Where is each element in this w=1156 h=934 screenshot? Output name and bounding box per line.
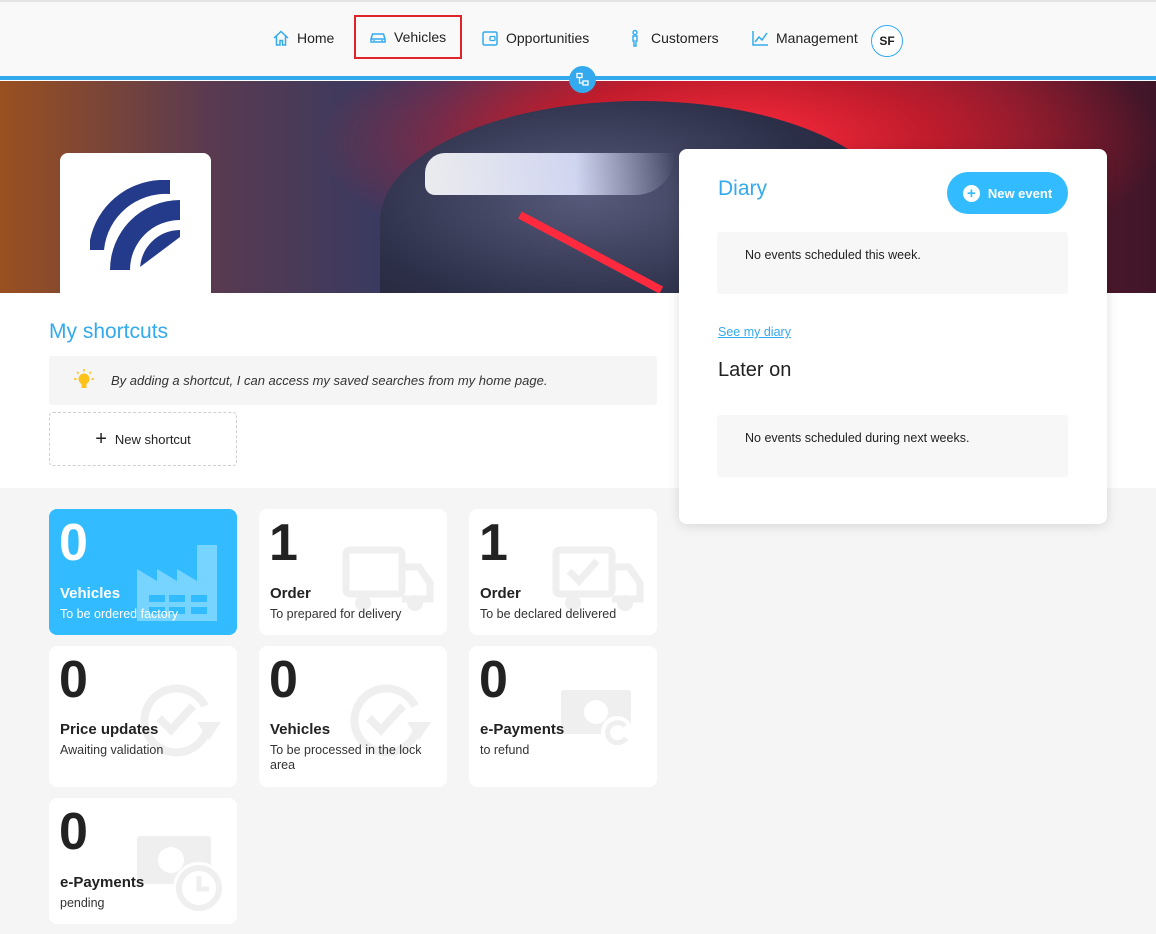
this-week-empty-text: No events scheduled this week.	[745, 248, 921, 262]
tile-title: Vehicles	[270, 721, 331, 738]
tile-count: 0	[59, 651, 88, 709]
nav-item-vehicles[interactable]: Vehicles	[354, 15, 462, 59]
new-event-button[interactable]: + New event	[947, 172, 1068, 214]
tile-count: 0	[59, 514, 88, 572]
nav-item-home[interactable]: Home	[271, 18, 334, 58]
truck-check-icon	[552, 546, 644, 611]
nav-item-management[interactable]: Management	[750, 18, 858, 58]
nav-item-vehicles-label: Vehicles	[394, 29, 447, 45]
tile-title: e-Payments	[480, 721, 565, 738]
user-avatar[interactable]: SF	[871, 25, 903, 57]
tile-count: 0	[59, 803, 88, 861]
nav-item-opportunities[interactable]: Opportunities	[480, 18, 589, 58]
avatar-initials: SF	[879, 34, 895, 48]
nav-item-customers-label: Customers	[651, 30, 719, 46]
nav-item-customers[interactable]: Customers	[625, 18, 719, 58]
shortcuts-title: My shortcuts	[49, 320, 169, 343]
later-on-title: Later on	[718, 359, 792, 381]
tile-title: Price updates	[60, 721, 159, 738]
new-event-label: New event	[987, 185, 1053, 201]
company-logo	[90, 180, 180, 270]
tile-order-to-prepare[interactable]: 1 Order To prepared for delivery	[259, 509, 447, 635]
tile-title: e-Payments	[60, 874, 145, 891]
tile-count: 1	[479, 514, 508, 572]
tile-order-to-declare[interactable]: 1 Order To be declared delivered	[469, 509, 657, 635]
lightbulb-icon	[74, 368, 94, 388]
see-my-diary-link[interactable]: See my diary	[718, 325, 791, 339]
tile-subtitle: To be declared delivered	[480, 607, 617, 621]
tile-subtitle: To be ordered factory	[60, 607, 179, 621]
tile-vehicles-to-order[interactable]: 0 Vehicles To be ordered factory	[49, 509, 237, 635]
tile-count: 0	[479, 651, 508, 709]
diary-card: Diary + New event No events scheduled th…	[679, 149, 1107, 524]
plus-icon: +	[95, 428, 107, 450]
tile-subtitle: To be processed in the lock area	[270, 743, 422, 772]
truck-icon	[342, 546, 434, 611]
tile-title: Order	[270, 585, 311, 602]
later-events: No events scheduled during next weeks.	[717, 415, 1068, 477]
tile-title: Order	[480, 585, 521, 602]
tile-price-updates[interactable]: 0 Price updates Awaiting validation	[49, 646, 237, 787]
tile-count: 1	[269, 514, 298, 572]
tile-epayments-refund[interactable]: 0 e-Payments to refund	[469, 646, 657, 787]
wallet-icon	[482, 31, 498, 46]
tile-count: 0	[269, 651, 298, 709]
nav-item-management-label: Management	[776, 30, 858, 46]
later-empty-text: No events scheduled during next weeks.	[745, 431, 970, 445]
tile-subtitle: to refund	[480, 743, 530, 757]
line-chart-icon	[752, 31, 768, 46]
this-week-events: No events scheduled this week.	[717, 232, 1068, 294]
person-icon	[632, 29, 638, 47]
tile-vehicles-lock-area[interactable]: 0 Vehicles To be processed in the lock a…	[259, 646, 447, 787]
tile-subtitle: To prepared for delivery	[270, 607, 402, 621]
tile-epayments-pending[interactable]: 0 e-Payments pending	[49, 798, 237, 924]
tile-subtitle: Awaiting validation	[60, 743, 164, 757]
shortcuts-tip: By adding a shortcut, I can access my sa…	[49, 356, 657, 405]
nav-item-opportunities-label: Opportunities	[506, 30, 590, 46]
shortcuts-tip-text: By adding a shortcut, I can access my sa…	[111, 373, 548, 388]
plus-circle-icon: +	[962, 184, 980, 202]
tile-title: Vehicles	[60, 585, 121, 602]
tile-subtitle: pending	[60, 896, 105, 910]
hero-headlight	[425, 153, 675, 195]
car-icon	[370, 33, 386, 43]
new-shortcut-button[interactable]: + New shortcut	[49, 412, 237, 466]
nav-item-home-label: Home	[297, 30, 335, 46]
new-shortcut-label: New shortcut	[114, 431, 191, 447]
diary-title: Diary	[718, 177, 768, 200]
hub-icon[interactable]	[569, 66, 596, 93]
home-icon	[273, 30, 289, 46]
company-logo-card	[60, 153, 211, 293]
